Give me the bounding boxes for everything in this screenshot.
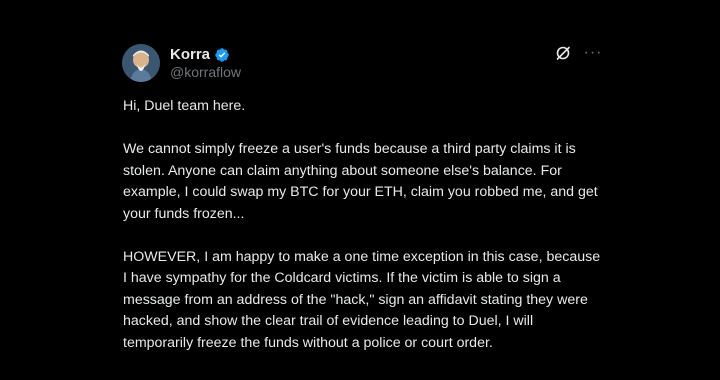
author-name-row: Korra: [170, 46, 230, 63]
avatar-image: [122, 44, 160, 82]
tweet-paragraph-1: Hi, Duel team here.: [123, 98, 246, 114]
tweet-paragraph-3: HOWEVER, I am happy to make a one time e…: [123, 248, 601, 351]
author-avatar[interactable]: [122, 44, 160, 82]
tweet-body: Hi, Duel team here. We cannot simply fre…: [123, 96, 603, 376]
author-handle[interactable]: @korraflow: [170, 64, 241, 80]
author-display-name[interactable]: Korra: [170, 46, 210, 63]
verified-badge-icon: [214, 47, 230, 63]
grok-icon[interactable]: [554, 44, 572, 62]
tweet-card: Korra @korraflow ··· Hi, Duel team here.…: [0, 0, 720, 380]
tweet-paragraph-2: We cannot simply freeze a user's funds b…: [123, 141, 598, 222]
tweet-top-actions: ···: [554, 44, 602, 62]
more-options-icon[interactable]: ···: [584, 44, 602, 62]
